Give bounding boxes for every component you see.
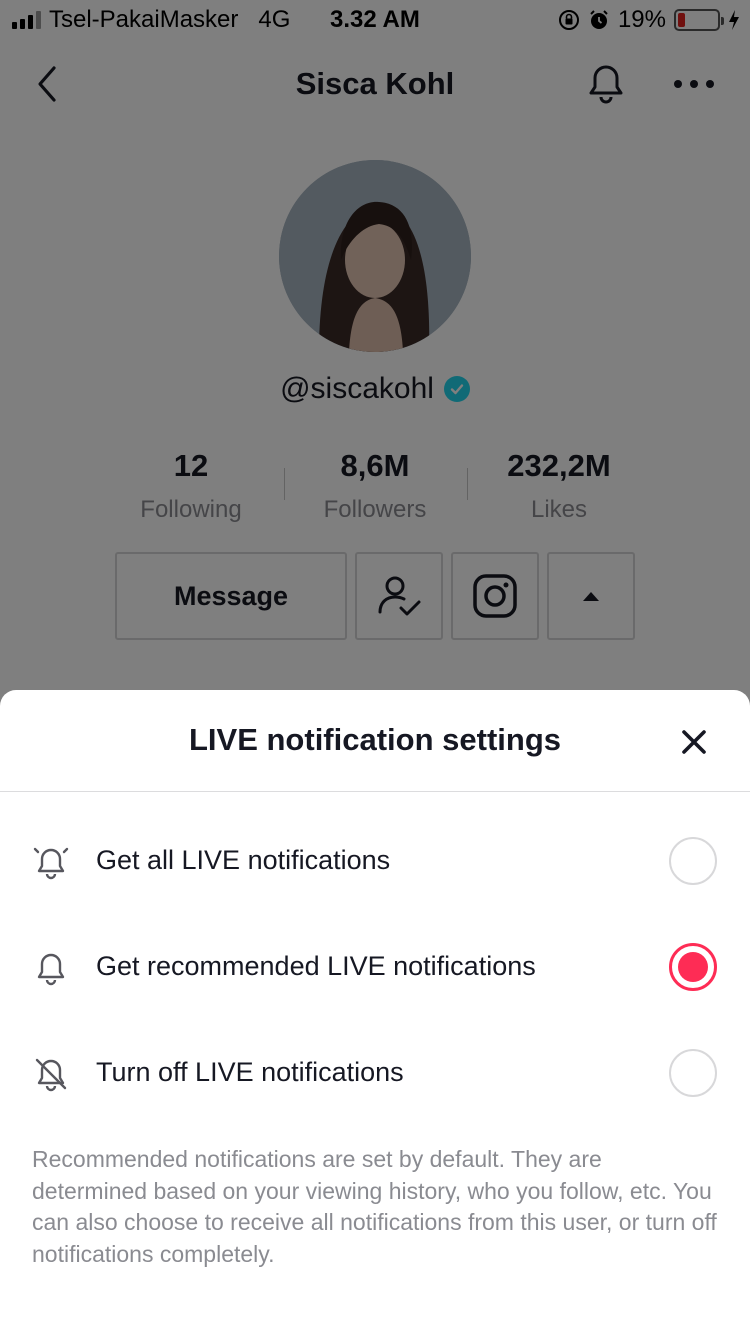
radio-button[interactable] (669, 837, 717, 885)
radio-dot (678, 952, 708, 982)
radio-button-selected[interactable] (669, 943, 717, 991)
sheet-header: LIVE notification settings (0, 690, 750, 792)
option-label: Turn off LIVE notifications (96, 1057, 404, 1087)
close-button[interactable] (674, 722, 714, 762)
option-recommended-live[interactable]: Get recommended LIVE notifications (0, 914, 750, 1020)
option-label: Get recommended LIVE notifications (96, 951, 536, 981)
sheet-title: LIVE notification settings (188, 722, 561, 757)
option-all-live[interactable]: Get all LIVE notifications (0, 808, 750, 914)
bell-off-icon (35, 1058, 67, 1092)
bell-ringing-icon (33, 847, 69, 880)
close-icon (682, 730, 706, 754)
live-notification-sheet: LIVE notification settings Get all LIVE … (0, 690, 750, 1334)
sheet-note: Recommended notifications are set by def… (32, 1146, 717, 1267)
option-turn-off-live[interactable]: Turn off LIVE notifications (0, 1020, 750, 1126)
radio-button[interactable] (669, 1049, 717, 1097)
option-label: Get all LIVE notifications (96, 845, 391, 875)
bell-icon (37, 953, 65, 986)
